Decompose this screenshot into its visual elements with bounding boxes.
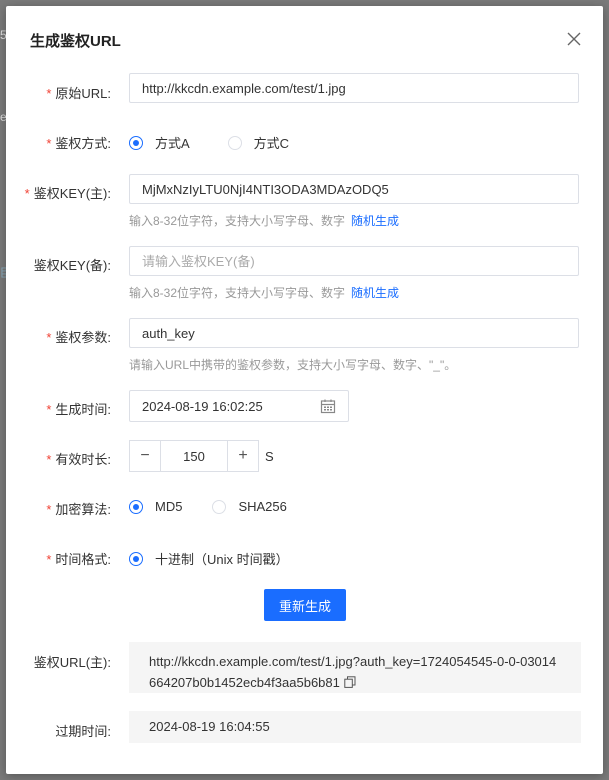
required-mark: * — [46, 86, 52, 101]
algorithm-label: * 加密算法: — [46, 502, 111, 517]
auth-param-label: * 鉴权参数: — [46, 330, 111, 345]
auth-method-option-c[interactable]: 方式C — [227, 133, 289, 152]
expire-time-box: 2024-08-19 16:04:55 — [129, 711, 581, 743]
algorithm-radio-group: MD5 SHA256 — [129, 499, 317, 514]
key-main-label: * 鉴权KEY(主): — [24, 186, 111, 201]
copy-icon[interactable] — [344, 676, 356, 688]
radio-checked-icon — [129, 135, 143, 150]
required-mark: * — [24, 186, 30, 201]
key-backup-input[interactable] — [129, 246, 579, 276]
time-format-label: * 时间格式: — [46, 552, 111, 567]
duration-minus-button[interactable]: − — [129, 440, 161, 472]
calendar-icon — [320, 399, 336, 414]
time-format-option-decimal[interactable]: 十进制（Unix 时间戳） — [129, 549, 289, 568]
duration-value[interactable]: 150 — [161, 440, 227, 472]
radio-checked-icon — [129, 499, 143, 514]
radio-checked-icon — [129, 551, 143, 566]
algorithm-option-md5[interactable]: MD5 — [129, 499, 182, 514]
algorithm-option-sha256[interactable]: SHA256 — [212, 499, 287, 514]
close-icon[interactable] — [565, 30, 583, 48]
gen-time-picker[interactable]: 2024-08-19 16:02:25 — [129, 390, 349, 422]
expire-time-label: 过期时间: — [55, 724, 111, 739]
origin-url-input[interactable] — [129, 73, 579, 103]
required-mark: * — [46, 502, 52, 517]
duration-label: * 有效时长: — [46, 452, 111, 467]
gen-time-label: * 生成时间: — [46, 402, 111, 417]
result-url-box: http://kkcdn.example.com/test/1.jpg?auth… — [129, 642, 581, 693]
dialog-title: 生成鉴权URL — [30, 33, 121, 50]
expire-time-value: 2024-08-19 16:04:55 — [149, 719, 270, 734]
key-backup-help: 输入8-32位字符，支持大小写字母、数字 随机生成 — [129, 286, 400, 300]
required-mark: * — [46, 136, 52, 151]
auth-method-radio-group: 方式A 方式C — [129, 133, 319, 152]
origin-url-label: * 原始URL: — [46, 86, 111, 101]
duration-stepper: − 150 + S — [129, 440, 274, 472]
key-main-input[interactable] — [129, 174, 579, 204]
generate-auth-url-dialog: 生成鉴权URL *原始URL: *鉴权方式: 方式A 方式C *鉴权KEY(主)… — [6, 6, 603, 774]
key-main-help: 输入8-32位字符，支持大小写字母、数字 随机生成 — [129, 214, 400, 228]
key-backup-label: 鉴权KEY(备): — [33, 258, 111, 273]
key-main-random-link[interactable]: 随机生成 — [351, 214, 399, 228]
duration-unit: S — [265, 448, 274, 464]
regenerate-button[interactable]: 重新生成 — [264, 589, 346, 621]
duration-plus-button[interactable]: + — [227, 440, 259, 472]
radio-unchecked-icon — [227, 135, 242, 150]
radio-unchecked-icon — [212, 499, 227, 514]
time-format-radio-group: 十进制（Unix 时间戳） — [129, 549, 319, 568]
required-mark: * — [46, 452, 52, 467]
required-mark: * — [46, 552, 52, 567]
auth-param-help: 请输入URL中携带的鉴权参数，支持大小写字母、数字、"_"。 — [129, 358, 457, 372]
auth-method-label: * 鉴权方式: — [46, 136, 111, 151]
result-url-label: 鉴权URL(主): — [33, 655, 111, 670]
key-backup-random-link[interactable]: 随机生成 — [351, 286, 399, 300]
auth-method-option-a[interactable]: 方式A — [129, 133, 190, 152]
required-mark: * — [46, 330, 52, 345]
auth-param-input[interactable] — [129, 318, 579, 348]
required-mark: * — [46, 402, 52, 417]
